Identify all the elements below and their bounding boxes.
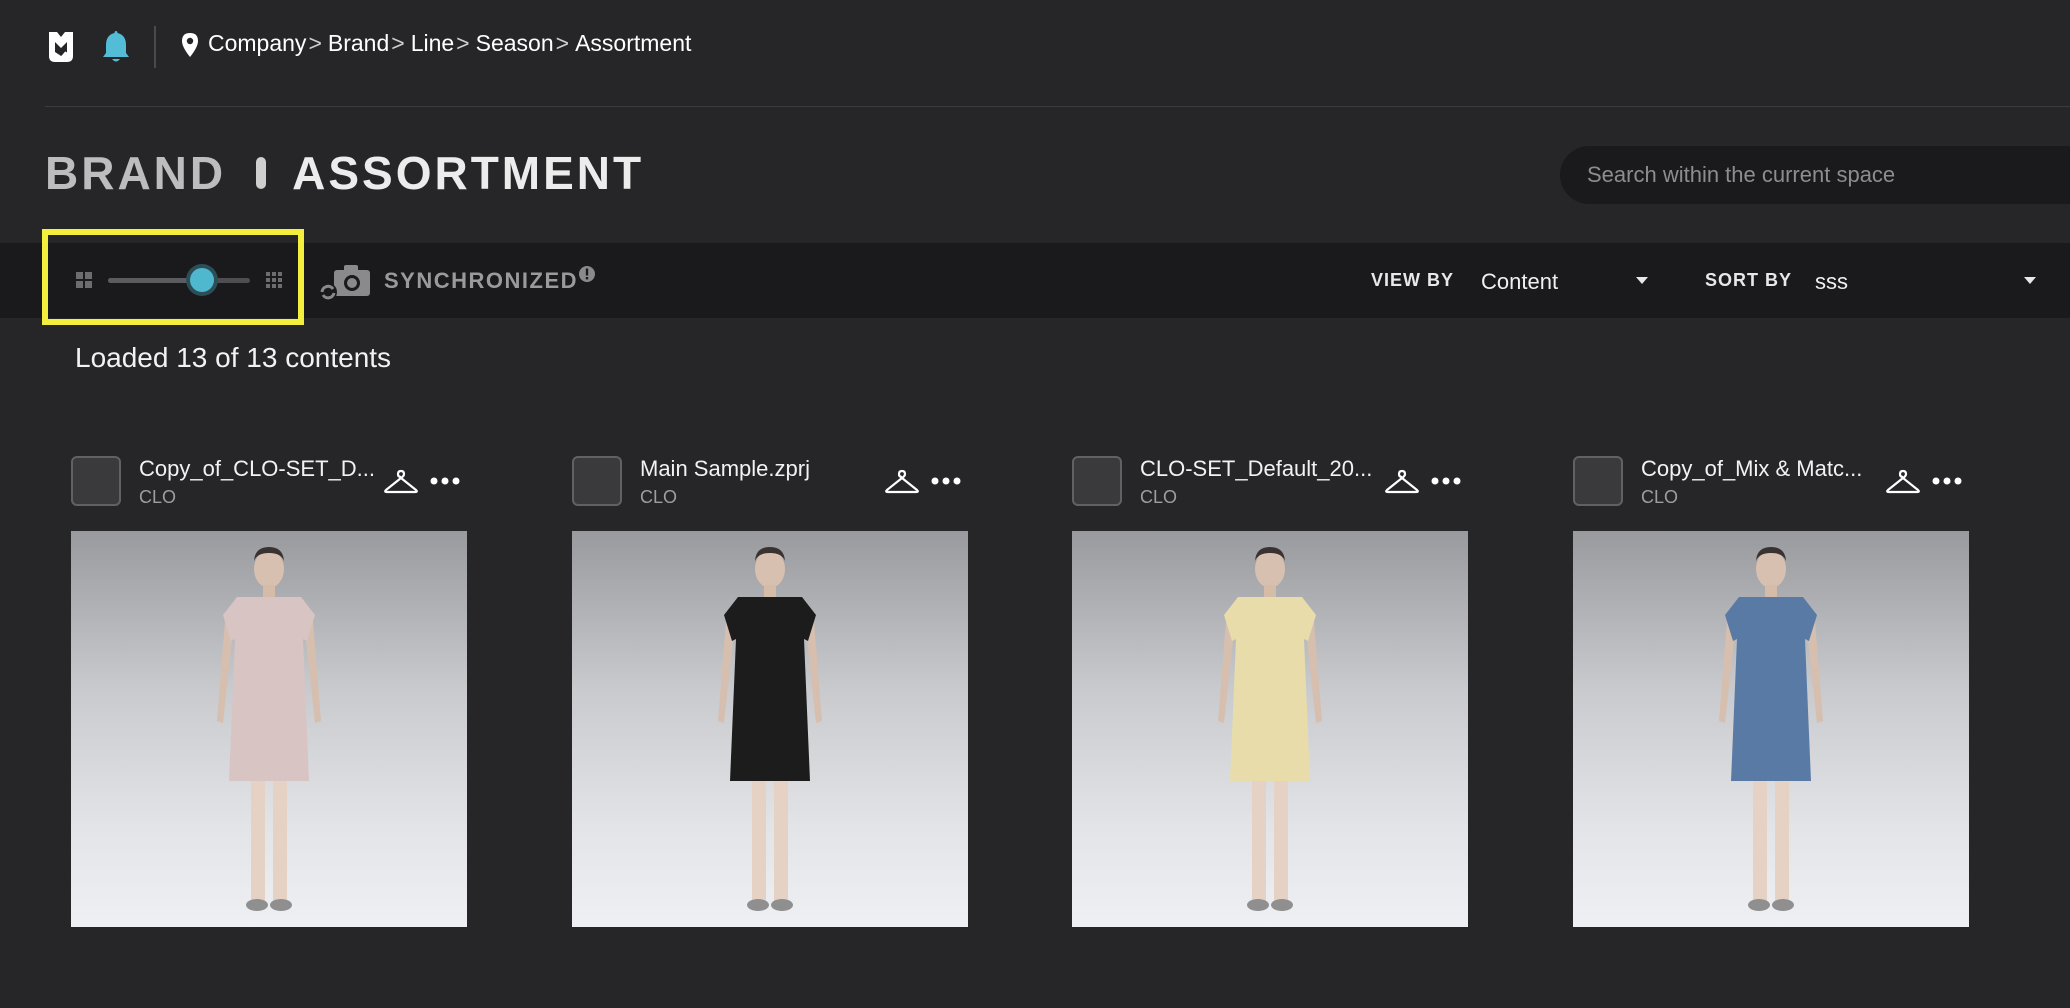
content-owner: CLO — [640, 487, 678, 507]
bell-icon[interactable] — [100, 28, 132, 64]
breadcrumb: Company > Brand > Line > Season > Assortment — [208, 30, 691, 57]
more-options-icon[interactable] — [1931, 476, 1963, 486]
content-card[interactable]: Main Sample.zprj CLO — [572, 456, 968, 928]
avatar-dress-figure — [217, 547, 321, 911]
avatar-dress-figure — [1719, 547, 1823, 911]
app-logo-icon[interactable] — [45, 28, 77, 64]
sync-status-label: SYNCHRONIZED — [384, 268, 579, 293]
more-options-icon[interactable] — [429, 476, 461, 486]
breadcrumb-separator: > — [555, 30, 570, 56]
breadcrumb-company[interactable]: Company — [208, 30, 306, 57]
sort-by-label: SORT BY — [1705, 270, 1793, 290]
title-separator — [256, 157, 267, 189]
hanger-icon[interactable] — [884, 468, 920, 496]
location-pin-icon — [182, 33, 198, 57]
breadcrumb-separator: > — [391, 30, 405, 56]
hanger-icon[interactable] — [1885, 468, 1921, 496]
content-card[interactable]: Copy_of_Mix & Matc... CLO — [1573, 456, 1969, 928]
content-name[interactable]: CLO-SET_Default_20... — [1140, 456, 1378, 482]
select-checkbox[interactable] — [71, 456, 121, 506]
top-bar: Company > Brand > Line > Season > Assortment — [0, 0, 2070, 108]
breadcrumb-brand[interactable]: Brand — [328, 30, 389, 57]
camera-sync-icon[interactable] — [318, 262, 372, 302]
content-name[interactable]: Copy_of_CLO-SET_D... — [139, 456, 377, 482]
select-checkbox[interactable] — [1072, 456, 1122, 506]
breadcrumb-assortment: Assortment — [575, 30, 692, 56]
select-checkbox[interactable] — [1573, 456, 1623, 506]
content-thumbnail[interactable] — [1573, 531, 1969, 927]
view-by-label: VIEW BY — [1371, 270, 1455, 290]
header-divider — [45, 106, 2070, 107]
view-by-dropdown[interactable]: Content — [1478, 260, 1656, 304]
view-by-value: Content — [1481, 269, 1559, 294]
sort-by-dropdown[interactable]: sss — [1812, 260, 2044, 304]
content-thumbnail[interactable] — [71, 531, 467, 927]
hanger-icon[interactable] — [383, 468, 419, 496]
more-options-icon[interactable] — [930, 476, 962, 486]
loaded-count-text: Loaded 13 of 13 contents — [75, 342, 392, 373]
content-name[interactable]: Copy_of_Mix & Matc... — [1641, 456, 1879, 482]
avatar-dress-figure — [1218, 547, 1322, 911]
chevron-down-icon — [1636, 277, 1648, 284]
more-options-icon[interactable] — [1430, 476, 1462, 486]
content-owner: CLO — [1641, 487, 1679, 507]
page-title-brand: BRAND — [45, 147, 227, 199]
search-input[interactable] — [1560, 146, 2070, 204]
content-thumbnail[interactable] — [572, 531, 968, 927]
content-owner: CLO — [1140, 487, 1178, 507]
avatar-dress-figure — [718, 547, 822, 911]
content-name[interactable]: Main Sample.zprj — [640, 456, 878, 482]
page-title: BRAND ASSORTMENT — [45, 146, 644, 200]
select-checkbox[interactable] — [572, 456, 622, 506]
breadcrumb-separator: > — [308, 30, 322, 56]
highlight-box — [42, 229, 304, 325]
divider — [154, 26, 156, 68]
chevron-down-icon — [2024, 277, 2036, 284]
content-card[interactable]: CLO-SET_Default_20... CLO — [1072, 456, 1468, 928]
content-owner: CLO — [139, 487, 177, 507]
breadcrumb-separator: > — [456, 30, 470, 56]
breadcrumb-line[interactable]: Line — [411, 30, 454, 57]
content-card[interactable]: Copy_of_CLO-SET_D... CLO — [71, 456, 467, 928]
page-title-section: ASSORTMENT — [292, 147, 645, 199]
breadcrumb-season[interactable]: Season — [476, 30, 554, 57]
info-icon[interactable] — [578, 265, 596, 283]
hanger-icon[interactable] — [1384, 468, 1420, 496]
content-thumbnail[interactable] — [1072, 531, 1468, 927]
sort-by-value: sss — [1815, 269, 1848, 294]
